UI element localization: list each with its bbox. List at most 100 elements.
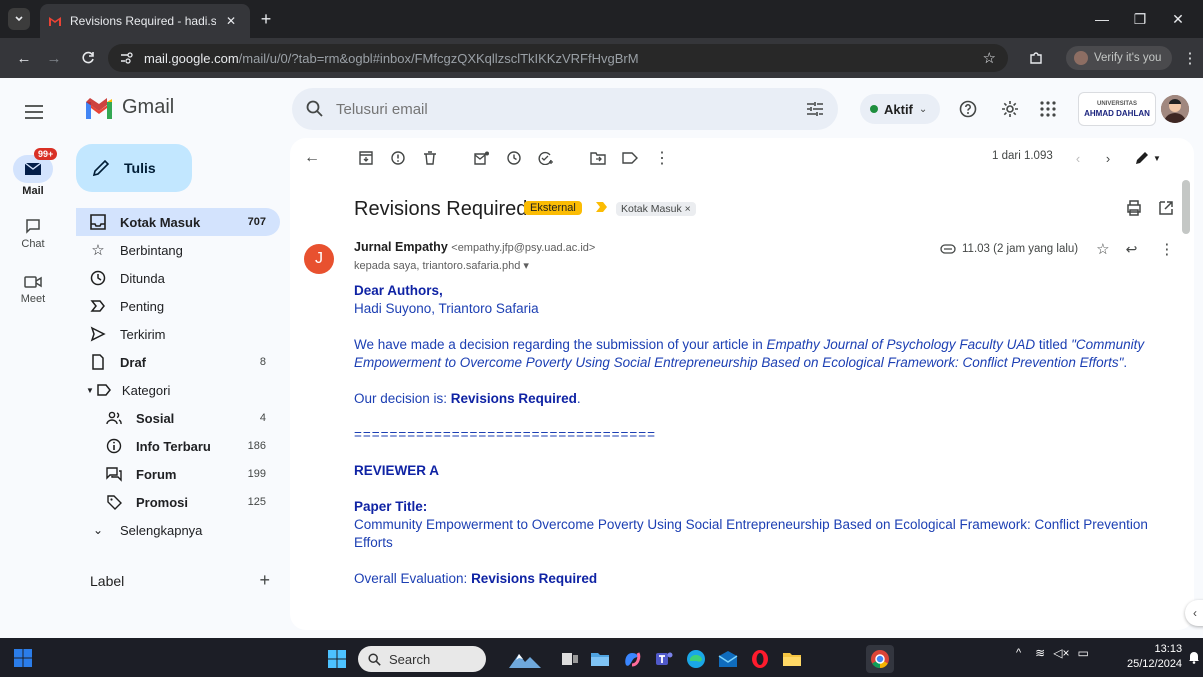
taskbar-folder[interactable] [778, 645, 806, 673]
email-time: 11.03 (2 jam yang lalu) [962, 243, 1079, 255]
overall-prefix: Overall Evaluation: [354, 571, 472, 586]
new-tab-button[interactable]: + [255, 8, 277, 30]
taskbar-file-explorer[interactable] [586, 645, 614, 673]
volume-icon[interactable]: ◁× [1053, 646, 1069, 660]
taskbar-task-view[interactable] [556, 645, 584, 673]
delete-button[interactable] [418, 146, 442, 170]
restore-button[interactable]: ❐ [1125, 7, 1155, 31]
move-to-button[interactable] [586, 146, 610, 170]
p1-text-c: . [1123, 355, 1128, 370]
nav-updates[interactable]: Info Terbaru 186 [76, 432, 280, 460]
browser-tab[interactable]: Revisions Required - hadi.suyon ✕ [40, 4, 250, 38]
chevron-up-icon[interactable]: ^ [1016, 647, 1021, 659]
search-input[interactable] [336, 100, 806, 118]
back-to-inbox-button[interactable]: ← [300, 146, 324, 170]
start-button-icon[interactable] [328, 650, 346, 668]
labels-button[interactable] [618, 146, 642, 170]
nav-categories[interactable]: ▼ Kategori [76, 376, 280, 404]
search-icon[interactable] [306, 100, 324, 118]
nav-starred[interactable]: ☆ Berbintang [76, 236, 280, 264]
verify-profile-button[interactable]: Verify it's you [1066, 46, 1172, 70]
search-options-icon[interactable] [806, 101, 824, 117]
reload-button[interactable] [76, 46, 100, 70]
close-tab-icon[interactable]: ✕ [226, 14, 236, 28]
star-icon[interactable]: ☆ [1096, 240, 1109, 258]
reply-icon[interactable]: ↩ [1126, 241, 1138, 258]
account-avatar[interactable] [1161, 95, 1189, 123]
video-camera-icon [24, 276, 42, 288]
taskbar-weather-widget[interactable] [508, 645, 542, 673]
taskbar-edge[interactable] [682, 645, 710, 673]
nav-promotions[interactable]: Promosi 125 [76, 488, 280, 516]
nav-label: Kotak Masuk [120, 214, 201, 230]
email-scrollbar[interactable] [1182, 180, 1190, 234]
report-spam-button[interactable] [386, 146, 410, 170]
wifi-icon[interactable]: ≋ [1035, 646, 1045, 660]
inbox-label-chip[interactable]: Kotak Masuk × [616, 202, 696, 216]
back-button[interactable]: ← [12, 46, 36, 70]
settings-button[interactable] [998, 97, 1022, 121]
older-button[interactable]: › [1096, 146, 1120, 170]
address-bar[interactable]: mail.google.com/mail/u/0/?tab=rm&ogbl#in… [108, 44, 1008, 72]
sender-line: Jurnal Empathy <empathy.jfp@psy.uad.ac.i… [354, 240, 595, 254]
nav-important[interactable]: Penting [76, 292, 280, 320]
nav-more[interactable]: ⌄ Selengkapnya [76, 516, 280, 544]
battery-icon[interactable]: ▭ [1077, 646, 1088, 660]
nav-snoozed[interactable]: Ditunda [76, 264, 280, 292]
snooze-button[interactable] [502, 146, 526, 170]
external-badge: Eksternal [524, 201, 582, 215]
taskbar-search-placeholder: Search [389, 651, 431, 667]
nav-forums[interactable]: Forum 199 [76, 460, 280, 488]
nav-sent[interactable]: Terkirim [76, 320, 280, 348]
status-selector[interactable]: Aktif ⌄ [860, 94, 940, 124]
important-marker-icon[interactable] [596, 202, 608, 212]
taskbar-chrome[interactable] [866, 645, 894, 673]
archive-button[interactable] [354, 146, 378, 170]
gmail-logo[interactable]: Gmail [84, 96, 174, 119]
sender-avatar[interactable]: J [304, 244, 334, 274]
main-menu-button[interactable] [22, 100, 46, 124]
forward-button[interactable]: → [42, 46, 66, 70]
taskbar-copilot[interactable] [618, 645, 646, 673]
rail-meet[interactable]: Meet [0, 270, 66, 310]
email-view: ← ⋮ 1 dari 1.093 ‹ › ▼ Revisions Require… [290, 138, 1194, 630]
taskbar-search[interactable]: Search [358, 646, 486, 672]
add-to-tasks-button[interactable] [534, 146, 558, 170]
bookmark-star-icon[interactable]: ☆ [983, 49, 996, 67]
newer-button[interactable]: ‹ [1066, 146, 1090, 170]
recipients-toggle[interactable]: kepada saya, triantoro.safaria.phd ▾ [354, 259, 529, 272]
organization-logo[interactable]: UNIVERSITAS AHMAD DAHLAN [1078, 92, 1156, 126]
system-clock[interactable]: 13:13 25/12/2024 [1127, 642, 1200, 672]
browser-menu-button[interactable]: ⋮ [1178, 46, 1202, 70]
input-tools-button[interactable]: ▼ [1130, 146, 1166, 170]
nav-drafts[interactable]: Draf 8 [76, 348, 280, 376]
nav-social[interactable]: Sosial 4 [76, 404, 280, 432]
add-label-icon[interactable]: + [259, 570, 270, 591]
info-icon [106, 438, 122, 454]
apps-button[interactable] [1036, 97, 1060, 121]
taskbar-opera[interactable] [746, 645, 774, 673]
minimize-button[interactable]: — [1087, 7, 1117, 31]
nav-label: Info Terbaru [136, 438, 211, 454]
nav-inbox[interactable]: Kotak Masuk 707 [76, 208, 280, 236]
more-actions-button[interactable]: ⋮ [650, 146, 674, 170]
taskbar-teams[interactable] [650, 645, 678, 673]
search-bar[interactable] [292, 88, 838, 130]
nav-label: Ditunda [120, 270, 165, 286]
compose-button[interactable]: Tulis [76, 144, 192, 192]
help-button[interactable] [956, 97, 980, 121]
notification-bell-icon[interactable] [1188, 650, 1200, 664]
windows-icon[interactable] [14, 649, 32, 667]
rail-chat[interactable]: Chat [0, 214, 66, 254]
mark-unread-button[interactable] [470, 146, 494, 170]
extensions-button[interactable] [1024, 46, 1048, 70]
open-new-window-icon[interactable] [1158, 200, 1174, 216]
rail-mail[interactable]: Mail [0, 154, 66, 198]
close-window-button[interactable]: ✕ [1163, 7, 1193, 31]
sender-name[interactable]: Jurnal Empathy [354, 240, 448, 254]
tab-search-button[interactable] [8, 8, 30, 30]
taskbar-mail[interactable] [714, 645, 742, 673]
print-icon[interactable] [1126, 200, 1142, 216]
more-vert-icon[interactable]: ⋮ [1159, 240, 1174, 258]
opera-icon [752, 650, 768, 668]
